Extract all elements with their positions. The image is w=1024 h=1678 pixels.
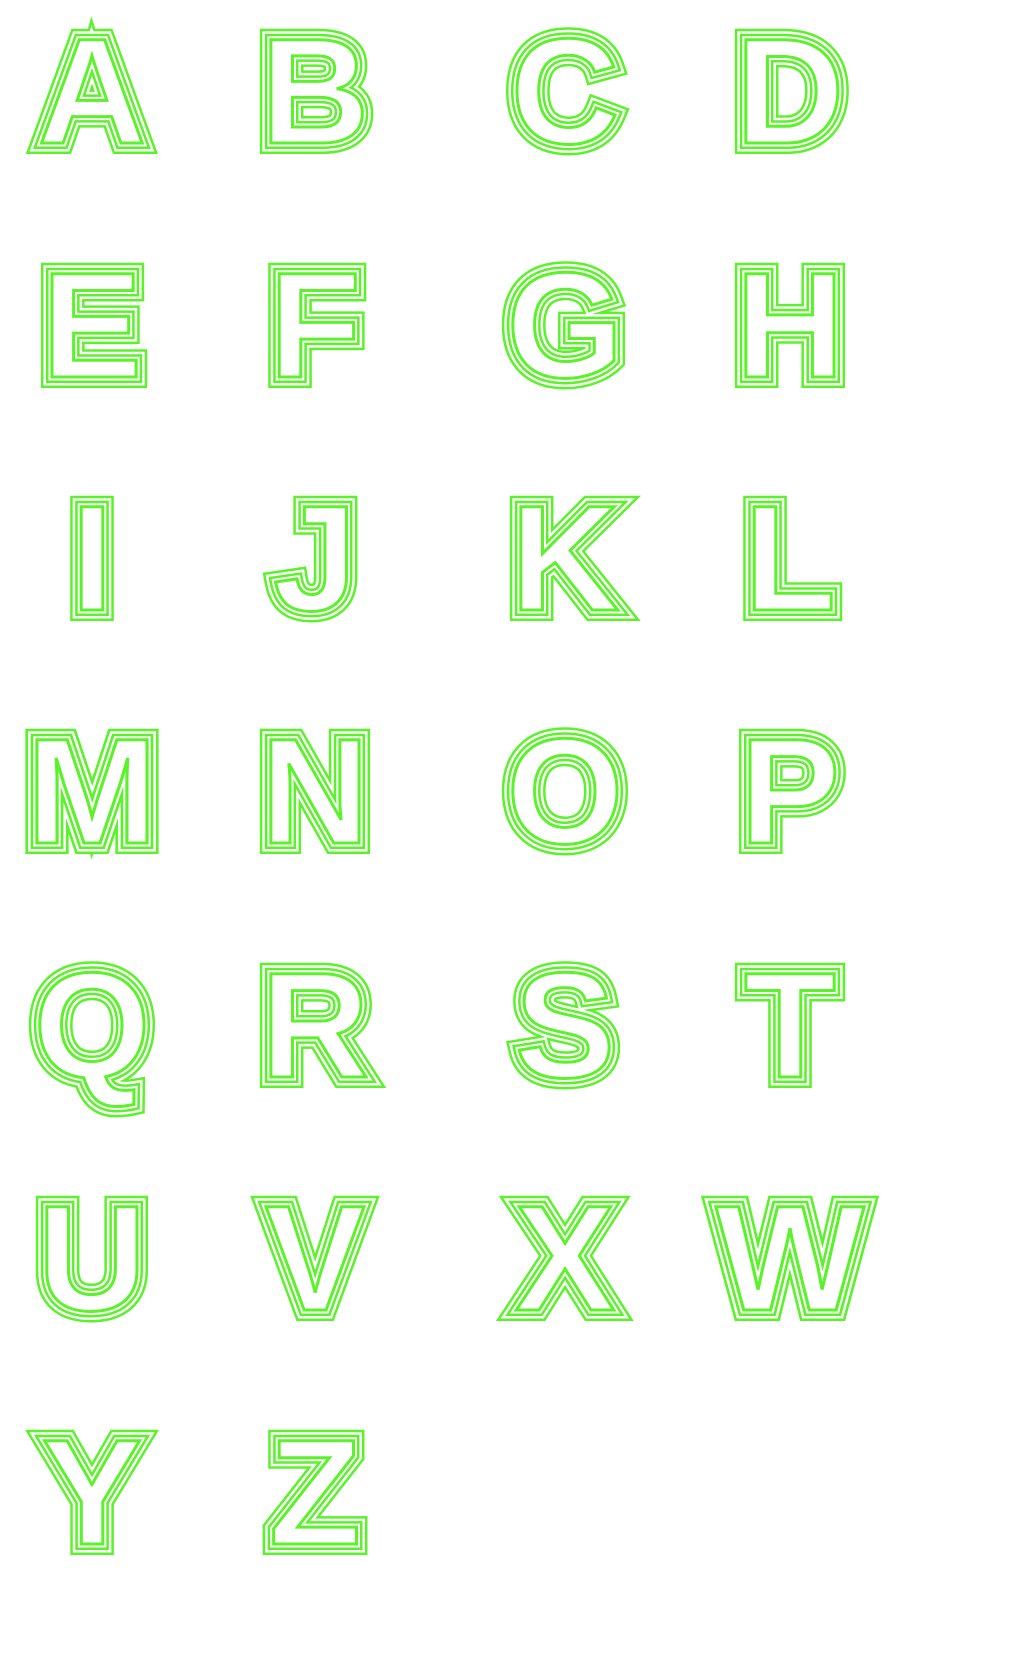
letter-y-line-4: Y — [42, 1408, 142, 1576]
letter-x-line-4: X — [515, 1174, 615, 1342]
letter-d: DDDDD — [725, 0, 855, 186]
letter-q: QQQQQ — [23, 930, 162, 1120]
letter-z-line-4: Z — [269, 1408, 361, 1576]
letter-z: ZZZZZ — [258, 1397, 372, 1587]
letter-m: MMMMM — [15, 696, 169, 886]
letter-r: RRRRR — [250, 930, 380, 1120]
letter-f: FFFFF — [258, 230, 372, 420]
letter-e: EEEEE — [31, 230, 153, 420]
letter-i: IIIII — [60, 463, 124, 653]
letter-m-line-4: M — [26, 707, 157, 875]
letter-k-line-4: K — [511, 474, 619, 642]
letter-n: NNNNN — [250, 696, 380, 886]
alphabet-specimen: AAAAA BBBBB CCCCC DDDDD EEEEE FFFFF GGGGG HHHHH… — [15, 0, 875, 1587]
letter-i-line-4: I — [71, 474, 113, 642]
letter-x: XXXXX — [504, 1163, 626, 1353]
letter-k: KKKKK — [500, 463, 630, 653]
letter-u: UUUUU — [27, 1163, 157, 1353]
letter-y: YYYYY — [31, 1397, 153, 1587]
letter-n-line-4: N — [261, 707, 369, 875]
letter-f-line-4: F — [269, 241, 361, 409]
letter-j-line-4: J — [273, 474, 356, 642]
letter-p-line-4: P — [740, 707, 840, 875]
letter-t: TTTTT — [733, 930, 847, 1120]
letter-o: OOOOO — [496, 696, 635, 886]
letter-e-line-4: E — [42, 241, 142, 409]
letter-g: GGGGG — [496, 230, 635, 420]
letter-t-line-4: T — [744, 941, 836, 1109]
letter-v: VVVVV — [254, 1163, 376, 1353]
letter-r-line-4: R — [261, 941, 369, 1109]
letter-l: LLLLL — [733, 463, 847, 653]
letter-a: AAAAA — [27, 0, 157, 186]
letter-j: JJJJJ — [262, 463, 367, 653]
letter-b: BBBBB — [250, 0, 380, 186]
letter-o-line-4: O — [507, 707, 624, 875]
letter-l-line-4: L — [744, 474, 836, 642]
letter-p: PPPPP — [729, 696, 851, 886]
letter-g-line-4: G — [507, 241, 624, 409]
letter-q-line-4: Q — [34, 941, 151, 1109]
letter-h: HHHHH — [725, 230, 855, 420]
letter-s: SSSSS — [504, 930, 626, 1120]
letter-b-line-4: B — [261, 7, 369, 175]
letter-c: CCCCC — [500, 0, 630, 186]
letter-s-line-4: S — [515, 941, 615, 1109]
letter-d-line-4: D — [736, 7, 844, 175]
letter-c-line-4: C — [511, 7, 619, 175]
letter-w-line-4: W — [716, 1174, 865, 1342]
letter-v-line-4: V — [265, 1174, 365, 1342]
letter-a-line-4: A — [38, 7, 146, 175]
letter-h-line-4: H — [736, 241, 844, 409]
letter-u-line-4: U — [38, 1174, 146, 1342]
letter-w: WWWWW — [704, 1163, 875, 1353]
